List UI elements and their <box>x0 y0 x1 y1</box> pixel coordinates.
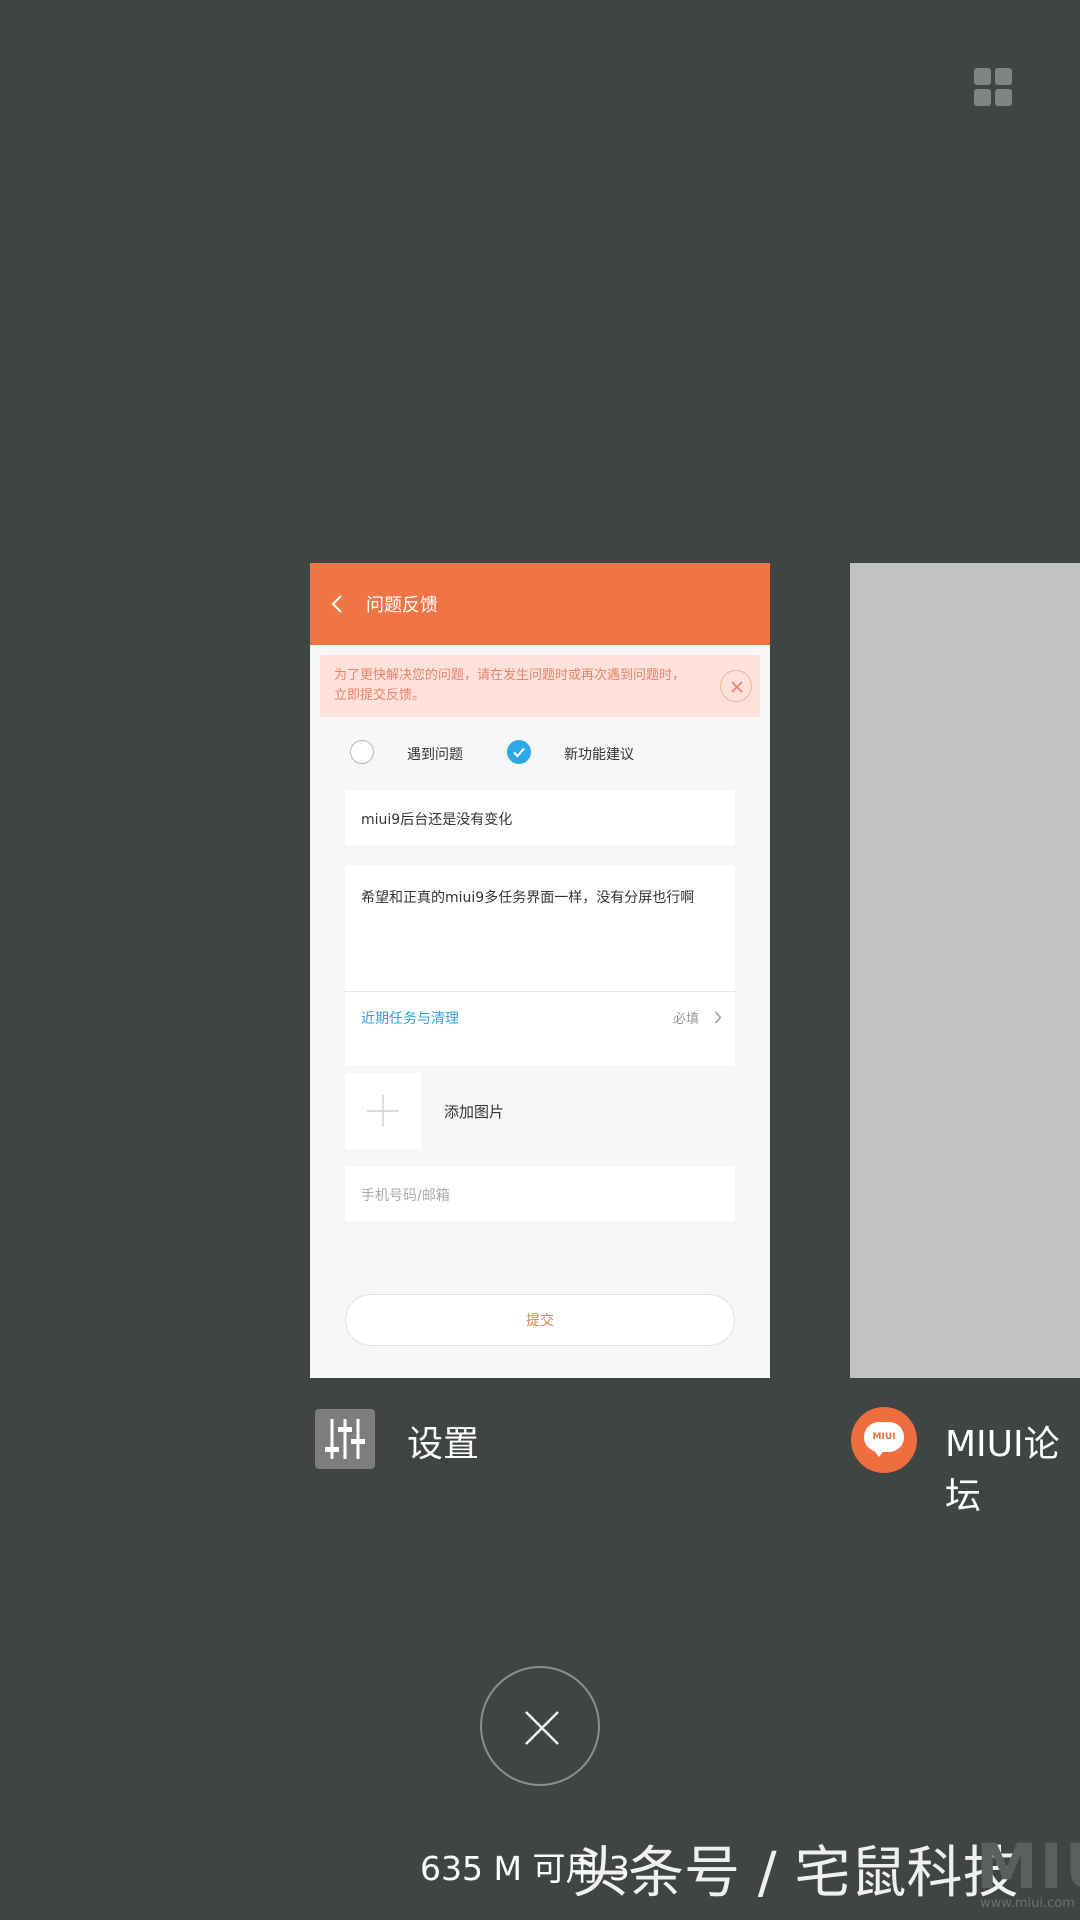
category-value[interactable]: 近期任务与清理 <box>361 1008 459 1028</box>
close-icon <box>731 681 743 693</box>
description-field[interactable]: 希望和正真的miui9多任务界面一样，没有分屏也行啊 近期任务与清理 必填 <box>345 865 735 1065</box>
required-label: 必填 <box>673 1012 700 1027</box>
task-card-settings[interactable]: 问题反馈 为了更快解决您的问题，请在发生问题时或再次遇到问题时，立即提交反馈。 … <box>310 563 770 1378</box>
option-problem-label: 遇到问题 <box>407 747 463 763</box>
miui-forum-icon: MIUI <box>851 1407 917 1473</box>
miui-url: www.miui.com <box>980 1896 1075 1911</box>
watermark-text: 头条号 / 宅鼠科技 <box>572 1841 1019 1906</box>
option-suggestion-label: 新功能建议 <box>564 747 634 763</box>
task-card-miui-forum[interactable] <box>850 563 1080 1378</box>
miui-icon-text: MIUI <box>864 1422 904 1452</box>
subject-value: miui9后台还是没有变化 <box>361 812 513 828</box>
contact-placeholder: 手机号码/邮箱 <box>361 1188 450 1204</box>
plus-icon <box>367 1095 399 1127</box>
description-value: 希望和正真的miui9多任务界面一样，没有分屏也行啊 <box>361 890 695 906</box>
checkmark-icon <box>513 747 525 758</box>
miui-logo: MIUI <box>976 1830 1080 1903</box>
clear-all-button[interactable] <box>480 1666 600 1786</box>
add-image-button[interactable] <box>345 1073 421 1149</box>
divider <box>345 991 735 992</box>
radio-suggestion[interactable] <box>507 740 531 764</box>
contact-field[interactable]: 手机号码/邮箱 <box>345 1167 735 1221</box>
feedback-type-options: 遇到问题 新功能建议 <box>350 740 730 766</box>
screen-title: 问题反馈 <box>366 595 438 616</box>
close-icon <box>525 1711 559 1745</box>
radio-problem[interactable] <box>350 740 374 764</box>
info-banner: 为了更快解决您的问题，请在发生问题时或再次遇到问题时，立即提交反馈。 <box>320 655 760 717</box>
chevron-right-icon <box>714 1011 722 1024</box>
app-name-settings: 设置 <box>407 1424 480 1465</box>
banner-text: 为了更快解决您的问题，请在发生问题时或再次遇到问题时，立即提交反馈。 <box>334 668 686 703</box>
app-header: 问题反馈 <box>310 563 770 645</box>
back-arrow-icon[interactable] <box>330 594 344 614</box>
submit-button[interactable]: 提交 <box>345 1294 735 1346</box>
recent-apps-screen: 问题反馈 为了更快解决您的问题，请在发生问题时或再次遇到问题时，立即提交反馈。 … <box>0 0 1080 1920</box>
app-name-miui-forum: MIUI论坛 <box>945 1424 1060 1517</box>
banner-close-button[interactable] <box>720 670 752 702</box>
add-image-label: 添加图片 <box>444 1103 505 1121</box>
subject-field[interactable]: miui9后台还是没有变化 <box>345 791 735 845</box>
settings-sliders-icon <box>315 1409 375 1469</box>
grid-view-icon[interactable] <box>974 68 1012 106</box>
submit-label: 提交 <box>526 1313 554 1329</box>
